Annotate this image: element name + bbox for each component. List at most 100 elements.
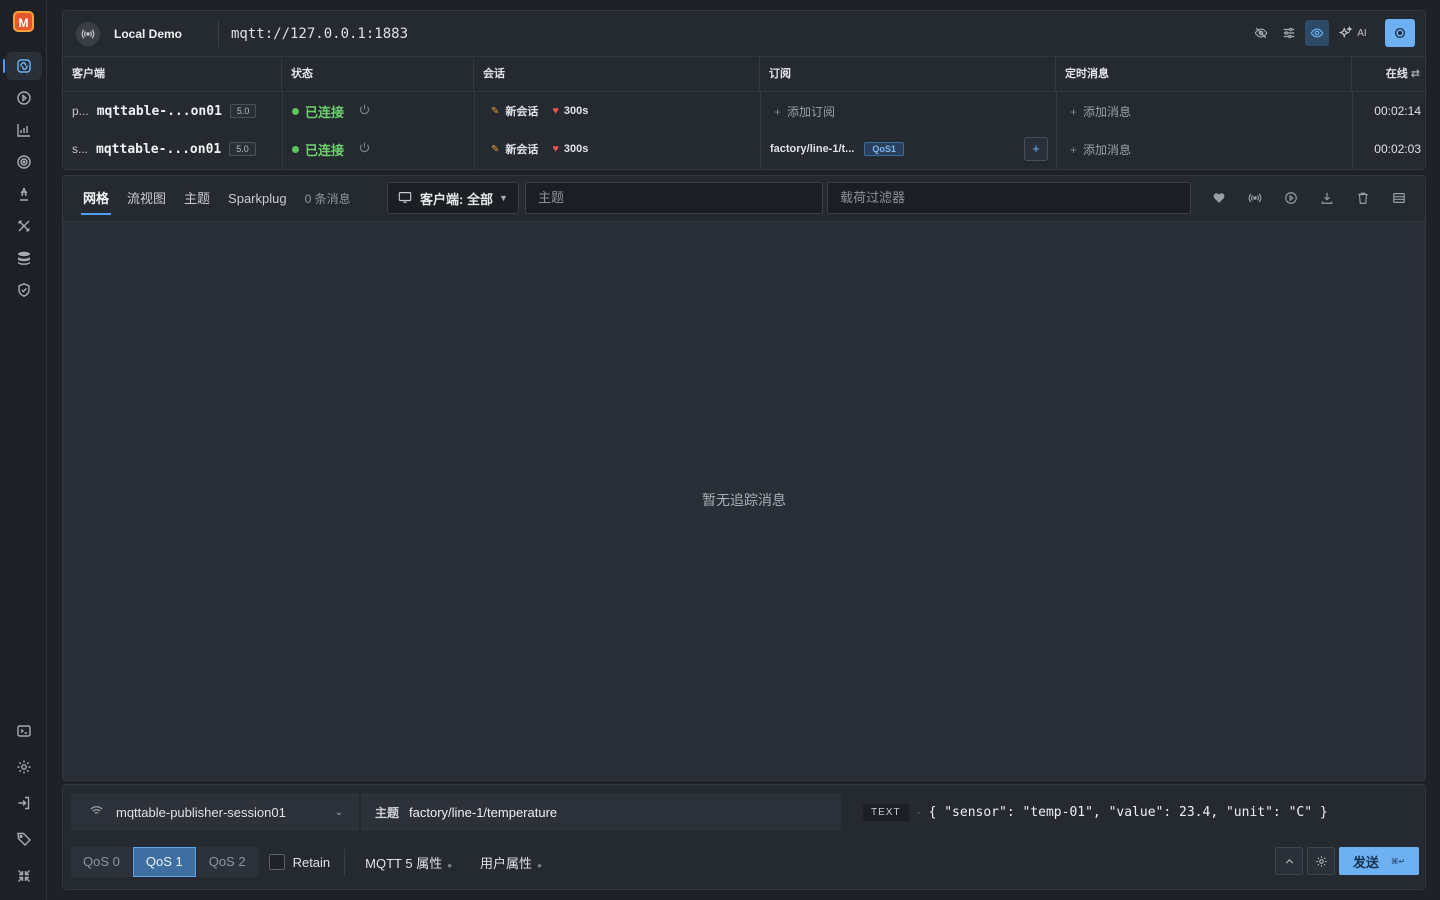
ai-button[interactable]: AI [1333, 20, 1373, 46]
columns-button[interactable] [1387, 186, 1411, 210]
replay-button[interactable] [1279, 186, 1303, 210]
clear-button[interactable] [1351, 186, 1375, 210]
nav-publish[interactable] [6, 180, 42, 208]
nav-target[interactable] [6, 148, 42, 176]
send-button[interactable]: 发送 ⌘↵ [1339, 847, 1419, 875]
payload-field[interactable]: TEXT · { "sensor": "temp-01", "value": 2… [863, 793, 1328, 831]
keepalive: 300s [563, 105, 589, 117]
subscriptions-cell[interactable]: + 添加订阅 [760, 92, 1056, 130]
publisher-session-select[interactable]: mqttable-publisher-session01 ⌄ [71, 793, 359, 831]
payload-format-badge[interactable]: TEXT [863, 803, 909, 821]
nav-terminal[interactable] [6, 717, 42, 745]
payload-filter-input[interactable]: 载荷过滤器 [827, 182, 1191, 214]
col-status[interactable]: 状态 [282, 57, 474, 92]
col-scheduled[interactable]: 定时消息 [1056, 57, 1352, 92]
online-time: 00:02:14 [1374, 104, 1421, 118]
chevron-down-icon: ⌄ [334, 806, 343, 818]
nav-connections[interactable] [3, 52, 42, 80]
user-properties-button[interactable]: 用户属性 ● [480, 853, 542, 872]
expand-button[interactable] [1275, 847, 1303, 875]
terminal-icon [17, 725, 31, 737]
tab-stream[interactable]: 流视图 [127, 176, 166, 222]
col-session[interactable]: 会话 [474, 57, 760, 92]
topic-value: factory/line-1/temperature [409, 804, 558, 820]
nav-security[interactable] [6, 276, 42, 304]
tab-grid[interactable]: 网格 [80, 176, 112, 222]
target-icon [17, 155, 31, 169]
retain-label: Retain [292, 854, 331, 870]
connections-icon [17, 59, 31, 73]
status-text: 已连接 [305, 104, 345, 120]
topic-filter-input[interactable]: 主题 [525, 182, 823, 214]
collapse-icon [18, 870, 30, 882]
qos-1-button[interactable]: QoS 1 [132, 847, 196, 877]
add-subscription-button[interactable]: + [1024, 137, 1048, 161]
messages-panel: 网格 流视图 主题 Sparkplug 0 条消息 客户端: 全部 ▼ 主题 载… [62, 175, 1426, 781]
tab-topics[interactable]: 主题 [184, 176, 210, 222]
shield-icon [18, 283, 30, 297]
download-button[interactable] [1315, 186, 1339, 210]
hide-button[interactable] [1249, 20, 1273, 46]
scheduled-cell[interactable]: + 添加消息 [1056, 130, 1352, 168]
client-cell[interactable]: p... mqttable-...on01 5.0 [63, 92, 282, 130]
add-message-label: 添加消息 [1083, 104, 1132, 119]
retain-checkbox[interactable] [268, 854, 285, 870]
download-icon [1321, 192, 1333, 204]
retain-toggle[interactable]: Retain [268, 854, 331, 870]
empty-state: 暂无追踪消息 [702, 492, 786, 508]
client-prefix: p... [72, 104, 89, 118]
col-online-label: 在线 [1385, 68, 1408, 80]
nav-tags[interactable] [6, 825, 42, 853]
broadcast-icon[interactable] [76, 21, 100, 46]
nav-login[interactable] [6, 789, 42, 817]
connection-name[interactable]: Local Demo [114, 27, 218, 41]
session-type: 新会话 [505, 106, 539, 118]
chevron-down-icon: ▼ [498, 193, 508, 203]
publisher-session-name: mqttable-publisher-session01 [116, 804, 286, 820]
table-row[interactable]: s... mqttable-...on01 5.0 已连接 ✎ 新会话 ♥ 30… [63, 130, 1425, 168]
publish-composer: mqttable-publisher-session01 ⌄ 主题 factor… [62, 784, 1426, 890]
power-icon[interactable] [358, 103, 371, 119]
nav-tools[interactable] [6, 212, 42, 240]
nav-settings[interactable] [6, 753, 42, 781]
subscription-topic[interactable]: factory/line-1/t... [770, 143, 854, 155]
tab-sparkplug[interactable]: Sparkplug [228, 176, 287, 222]
qos-2-button[interactable]: QoS 2 [196, 847, 258, 877]
power-icon[interactable] [358, 141, 371, 157]
col-subscriptions[interactable]: 订阅 [760, 57, 1056, 92]
watch-button[interactable] [1305, 20, 1329, 46]
app-logo[interactable]: M [13, 11, 34, 32]
qos-0-button[interactable]: QoS 0 [71, 847, 132, 877]
plus-icon: + [774, 104, 782, 119]
send-label: 发送 [1352, 854, 1379, 870]
table-row[interactable]: p... mqttable-...on01 5.0 已连接 ✎ 新会话 ♥ 30… [63, 92, 1425, 130]
nav-play[interactable] [6, 84, 42, 112]
topic-field[interactable]: 主题 factory/line-1/temperature [361, 793, 841, 831]
add-message-link[interactable]: + 添加消息 [1070, 141, 1131, 158]
add-message-link[interactable]: + 添加消息 [1070, 103, 1131, 120]
col-online[interactable]: 在线 ⇄ [1352, 57, 1426, 92]
topic-label: 主题 [375, 805, 400, 820]
connection-settings-button[interactable] [1385, 19, 1415, 47]
composer-options: QoS 0 QoS 1 QoS 2 Retain MQTT 5 属性 ● 用户属性… [71, 847, 1419, 877]
send-shortcut: ⌘↵ [1390, 856, 1406, 866]
filters-button[interactable] [1277, 20, 1301, 46]
table-icon [1393, 193, 1405, 203]
nav-chart[interactable] [6, 116, 42, 144]
client-filter-dropdown[interactable]: 客户端: 全部 ▼ [387, 182, 519, 214]
col-client[interactable]: 客户端 [63, 57, 282, 92]
session-type: 新会话 [505, 144, 539, 156]
add-subscription-link[interactable]: + 添加订阅 [774, 103, 835, 120]
subscriptions-cell[interactable]: factory/line-1/t... QoS1 + [760, 130, 1056, 168]
live-button[interactable] [1243, 186, 1267, 210]
mqtt5-properties-button[interactable]: MQTT 5 属性 ● [365, 853, 452, 872]
swap-icon[interactable]: ⇄ [1411, 68, 1420, 80]
favorite-button[interactable] [1207, 186, 1231, 210]
heart-icon: ♥ [552, 105, 559, 117]
nav-database[interactable] [6, 244, 42, 272]
scheduled-cell[interactable]: + 添加消息 [1056, 92, 1352, 130]
client-cell[interactable]: s... mqttable-...on01 5.0 [63, 130, 282, 168]
separator-dot: · [916, 805, 921, 819]
payload-settings-button[interactable] [1307, 847, 1335, 875]
nav-collapse[interactable] [6, 862, 42, 890]
